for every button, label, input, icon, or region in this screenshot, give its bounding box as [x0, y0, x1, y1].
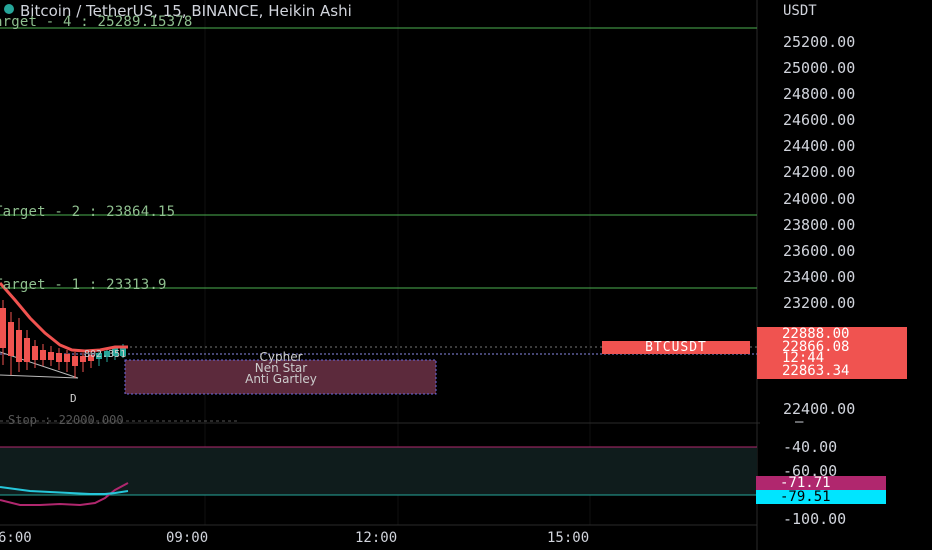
price-tick-25000: 25000.00: [783, 59, 856, 77]
price-tick-23400: 23400.00: [783, 268, 856, 286]
price-tick-22400: 22400.00: [783, 400, 856, 418]
osc-tag-a: -71.71: [756, 476, 886, 490]
osc-tick-40: -40.00: [783, 438, 838, 456]
target-4-label: arget - 4 : 25289.15378: [0, 14, 193, 30]
price-tick-23800: 23800.00: [783, 216, 856, 234]
low-price-tag: 22863.34: [782, 363, 850, 379]
osc-tick-top: —: [795, 414, 804, 430]
oscillator-band: [0, 447, 757, 495]
price-tick-25200: 25200.00: [783, 33, 856, 51]
osc-tag-b: -79.51: [756, 490, 886, 504]
price-tick-24800: 24800.00: [783, 85, 856, 103]
price-tick-24600: 24600.00: [783, 111, 856, 129]
price-tick-23600: 23600.00: [783, 242, 856, 260]
stop-label: Stop : 22000.000: [8, 413, 124, 427]
time-tick-1500: 15:00: [547, 530, 590, 546]
price-tick-24000: 24000.00: [783, 190, 856, 208]
price-tick-24200: 24200.00: [783, 163, 856, 181]
time-tick-0600: 6:00: [0, 530, 32, 546]
osc-tick-100: -100.00: [783, 510, 847, 528]
candles: [0, 300, 126, 378]
target-2-label: Target - 2 : 23864.15: [0, 204, 176, 220]
entry-label: 802.351: [84, 349, 127, 360]
point-d-label: D: [70, 392, 77, 405]
time-tick-1200: 12:00: [355, 530, 398, 546]
symbol-tag: BTCUSDT: [602, 341, 750, 354]
target-1-label: Target - 1 : 23313.9: [0, 277, 167, 293]
price-tick-23200: 23200.00: [783, 294, 856, 312]
time-tick-0900: 09:00: [166, 530, 209, 546]
price-tick-24400: 24400.00: [783, 137, 856, 155]
pattern-name-anti-gartley: Anti Gartley: [245, 372, 317, 386]
status-dot-icon: [4, 4, 14, 14]
currency-label: USDT: [783, 3, 817, 19]
grid-lines: [204, 0, 591, 525]
